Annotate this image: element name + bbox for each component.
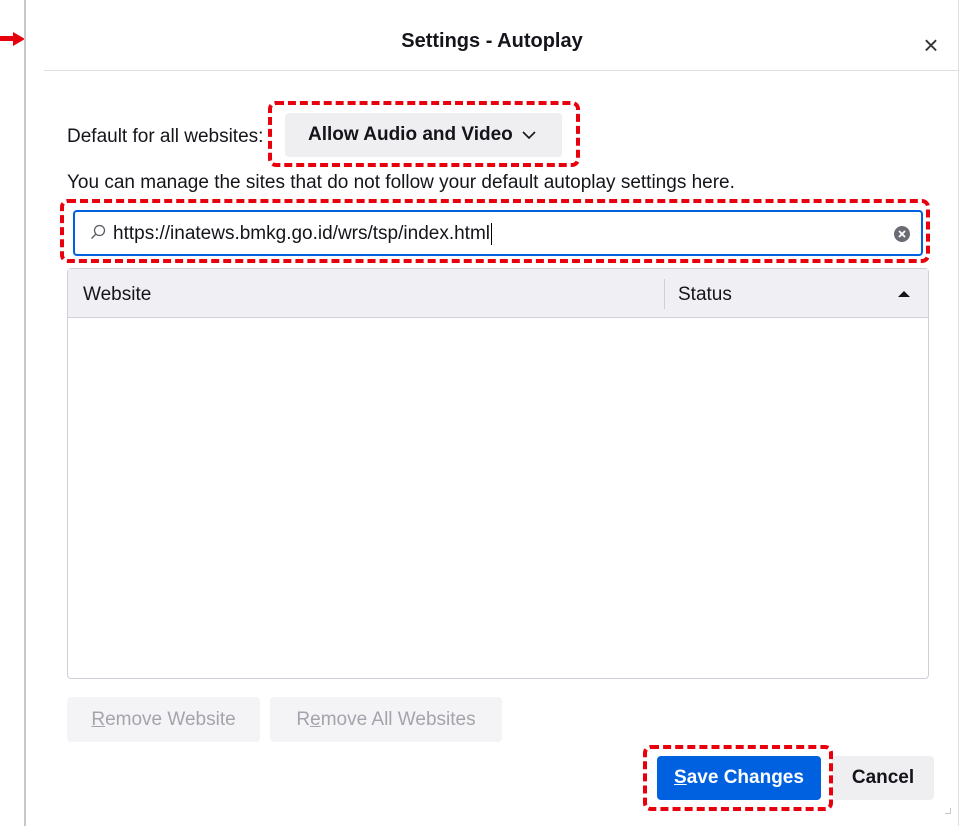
exceptions-table: Website Status [67,268,929,679]
close-icon[interactable]: × [917,31,945,59]
dialog-border-left [24,0,26,826]
mnemonic-r: R [91,708,106,730]
save-changes-button[interactable]: Save Changes [657,756,821,800]
text-caret [491,223,492,245]
title-divider [44,70,959,71]
remove-all-label: move All Websites [320,708,476,730]
resize-grip[interactable] [945,808,951,814]
sort-ascending-icon [898,291,910,297]
clear-search-icon[interactable] [893,225,911,243]
mnemonic-s: S [674,767,687,788]
mnemonic-e: e [310,708,321,730]
remove-website-button[interactable]: Remove Website [67,697,260,742]
table-body [68,319,928,678]
default-setting-label: Default for all websites: [67,126,264,147]
column-divider[interactable] [664,279,665,309]
dialog-border-right [958,0,959,826]
save-changes-label: ave Changes [686,767,804,788]
column-header-status[interactable]: Status [678,284,732,306]
exceptions-description: You can manage the sites that do not fol… [67,172,735,193]
dialog-title: Settings - Autoplay [401,30,583,52]
remove-website-label: emove Website [105,708,236,730]
table-header: Website Status [68,269,928,318]
cancel-button[interactable]: Cancel [832,756,934,800]
search-value: https://inatews.bmkg.go.id/wrs/tsp/index… [113,223,492,245]
autoplay-default-select[interactable]: Allow Audio and Video [285,113,562,157]
remove-all-websites-button[interactable]: Re move All Websites [270,697,502,742]
website-search-input[interactable]: https://inatews.bmkg.go.id/wrs/tsp/index… [73,210,923,256]
autoplay-default-value: Allow Audio and Video [308,124,513,145]
search-icon [91,224,106,239]
chevron-down-icon [522,131,536,140]
annotation-arrow [0,32,26,46]
remove-all-prefix: R [296,708,311,730]
column-header-website[interactable]: Website [83,284,151,306]
